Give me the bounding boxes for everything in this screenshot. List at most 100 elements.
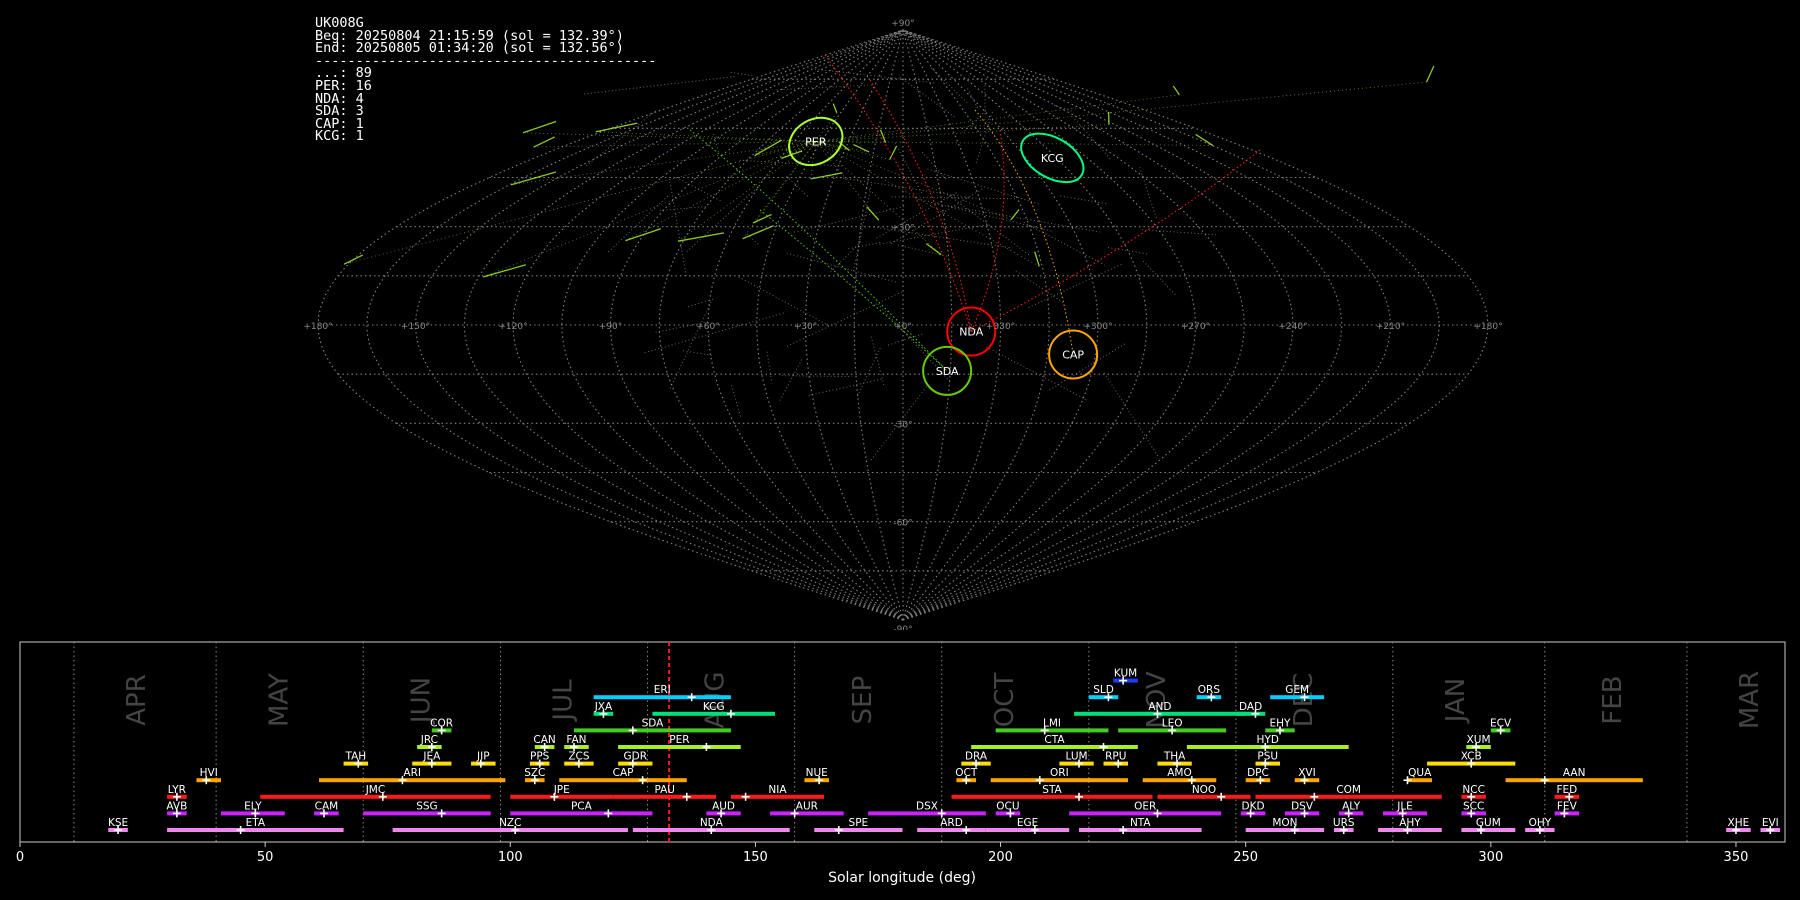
shower-can[interactable]: CAN xyxy=(533,734,556,751)
shower-code-label: PAU xyxy=(654,784,675,796)
shower-rpu[interactable]: RPU xyxy=(1103,751,1129,768)
shower-evi[interactable]: EVI xyxy=(1760,817,1781,834)
shower-fan[interactable]: FAN xyxy=(564,734,589,751)
shower-jrc[interactable]: JRC xyxy=(417,734,442,751)
shower-code-label: JLE xyxy=(1396,800,1413,812)
shower-code-label: JMC xyxy=(365,784,386,796)
sporadic-track xyxy=(1107,247,1150,255)
shower-code-label: KCG xyxy=(703,701,725,713)
shower-zcs[interactable]: ZCS xyxy=(564,751,594,768)
shower-psu[interactable]: PSU xyxy=(1255,751,1281,768)
sporadic-track xyxy=(852,184,873,272)
shower-cam[interactable]: CAM xyxy=(314,800,339,818)
shower-code-label: ARI xyxy=(403,767,421,779)
sporadic-track xyxy=(739,159,844,167)
month-label-mar: MAR xyxy=(1735,671,1765,729)
shower-fev[interactable]: FEV xyxy=(1554,800,1580,818)
shower-code-label: NOO xyxy=(1192,784,1216,796)
sporadic-track xyxy=(1060,195,1109,205)
radiant-kcg[interactable]: KCG xyxy=(1013,124,1092,193)
shower-code-label: DPC xyxy=(1247,767,1269,779)
sporadic-track xyxy=(814,68,937,84)
longitude-label: +300° xyxy=(1083,322,1112,332)
shower-aly[interactable]: ALY xyxy=(1338,800,1364,818)
shower-qua[interactable]: QUA xyxy=(1403,767,1432,785)
sporadic-track xyxy=(962,110,986,134)
shower-code-label: LMI xyxy=(1043,717,1061,729)
latitude-label: -60° xyxy=(893,519,912,529)
per-track xyxy=(879,129,887,143)
shower-hvi[interactable]: HVI xyxy=(196,767,222,785)
shower-ors[interactable]: ORS xyxy=(1196,684,1222,702)
shower-xvi[interactable]: XVI xyxy=(1294,767,1320,785)
shower-jxa[interactable]: JXA xyxy=(593,701,614,718)
shower-code-label: GDR xyxy=(624,751,648,763)
shower-code-label: DRA xyxy=(965,751,988,763)
shower-ohy[interactable]: OHY xyxy=(1525,817,1555,834)
shower-ncc[interactable]: NCC xyxy=(1461,784,1486,801)
shower-urs[interactable]: URS xyxy=(1333,817,1355,834)
sporadic-track xyxy=(870,336,885,386)
shower-cor[interactable]: COR xyxy=(430,717,453,735)
shower-lyr[interactable]: LYR xyxy=(167,784,187,801)
shower-code-label: SLD xyxy=(1093,684,1114,696)
sporadic-track xyxy=(643,312,784,354)
shower-code-label: THA xyxy=(1163,751,1186,763)
sporadic-track xyxy=(1141,229,1216,236)
sporadic-track xyxy=(786,252,896,283)
radiant-cap[interactable]: CAP xyxy=(1048,329,1099,380)
shower-code-label: PER xyxy=(669,734,689,746)
shower-fed[interactable]: FED xyxy=(1554,784,1580,801)
shower-dkd[interactable]: DKD xyxy=(1240,800,1266,818)
shower-kse[interactable]: KSE xyxy=(108,817,128,834)
shower-sld[interactable]: SLD xyxy=(1088,684,1119,702)
per-track xyxy=(1010,209,1020,221)
sda-track xyxy=(689,129,948,372)
shower-code-label: SDA xyxy=(642,717,665,729)
shower-kum[interactable]: KUM xyxy=(1113,668,1138,685)
shower-xum[interactable]: XUM xyxy=(1466,734,1491,751)
longitude-label: +270° xyxy=(1181,322,1210,332)
latitude-label: -30° xyxy=(893,420,912,430)
shower-ocu[interactable]: OCU xyxy=(995,800,1021,818)
shower-scc[interactable]: SCC xyxy=(1461,800,1486,818)
shower-pps[interactable]: PPS xyxy=(529,751,550,768)
shower-oct[interactable]: OCT xyxy=(955,767,978,785)
shower-code-label: PSU xyxy=(1257,751,1278,763)
month-label-may: MAY xyxy=(264,673,294,727)
radiant-sda[interactable]: SDA xyxy=(922,345,973,396)
per-track xyxy=(754,139,782,157)
x-tick-label: 300 xyxy=(1478,850,1503,865)
shower-dad[interactable]: DAD xyxy=(1235,701,1266,718)
shower-dpc[interactable]: DPC xyxy=(1245,767,1271,785)
shower-dra[interactable]: DRA xyxy=(961,751,991,768)
shower-ehy[interactable]: EHY xyxy=(1265,717,1295,735)
shower-code-label: AVB xyxy=(166,800,187,812)
shower-code-label: XUM xyxy=(1467,734,1491,746)
shower-count-kcg: KCG: 1 xyxy=(315,128,364,145)
month-label-apr: APR xyxy=(122,674,152,726)
sporadic-track xyxy=(1023,221,1106,266)
shower-tah[interactable]: TAH xyxy=(343,751,369,768)
shower-nue[interactable]: NUE xyxy=(804,767,829,785)
sporadic-track xyxy=(778,359,803,403)
shower-code-label: DAD xyxy=(1239,701,1262,713)
per-track xyxy=(832,103,838,113)
month-label-sep: SEP xyxy=(848,676,878,725)
sporadic-track xyxy=(825,175,971,199)
shower-szc[interactable]: SZC xyxy=(524,767,545,785)
per-track xyxy=(343,254,363,265)
shower-code-label: OER xyxy=(1134,800,1156,812)
month-label-jul: JUL xyxy=(549,679,579,723)
shower-code-label: COM xyxy=(1336,784,1361,796)
shower-ecv[interactable]: ECV xyxy=(1490,717,1512,735)
sporadic-track xyxy=(927,168,1042,206)
shower-avb[interactable]: AVB xyxy=(166,800,187,818)
shower-code-label: NZC xyxy=(499,817,521,829)
month-label-jan: JAN xyxy=(1441,678,1471,724)
shower-code-label: AND xyxy=(1148,701,1171,713)
longitude-label: +120° xyxy=(498,322,527,332)
longitude-label: +240° xyxy=(1278,322,1307,332)
shower-xhe[interactable]: XHE xyxy=(1726,817,1751,834)
shower-code-label: NCC xyxy=(1462,784,1485,796)
